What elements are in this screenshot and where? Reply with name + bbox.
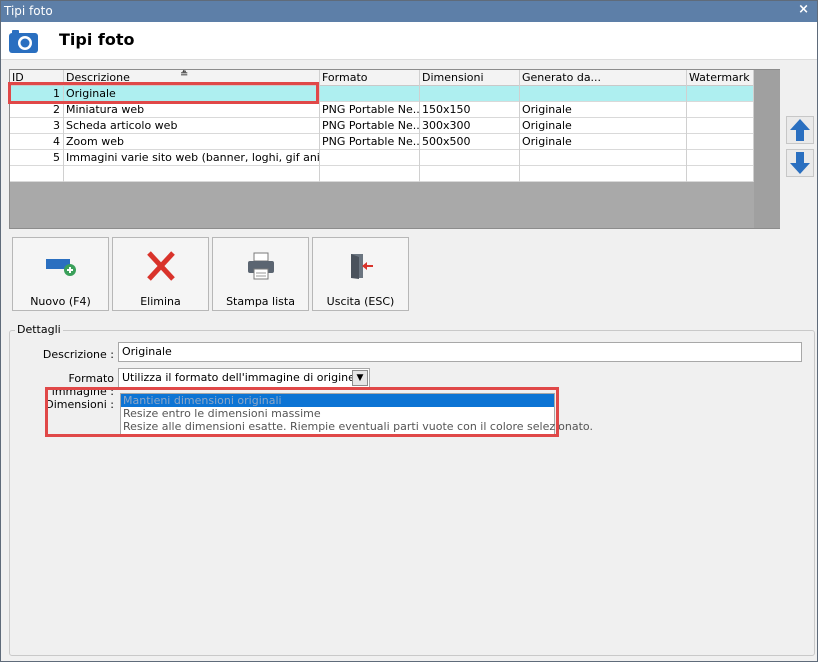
descrizione-field[interactable]: Originale xyxy=(118,342,802,362)
cell-generato: Originale xyxy=(520,118,687,134)
grid-scrollbar[interactable] xyxy=(754,70,780,228)
move-down-button[interactable] xyxy=(786,149,814,177)
nuovo-button[interactable]: Nuovo (F4) xyxy=(12,237,109,311)
elimina-label: Elimina xyxy=(140,295,181,308)
cell-id: 2 xyxy=(10,102,64,118)
cell-dimensioni: 300x300 xyxy=(420,118,520,134)
cell-dimensioni: 150x150 xyxy=(420,102,520,118)
delete-icon xyxy=(113,250,208,282)
stampa-lista-button[interactable]: Stampa lista xyxy=(212,237,309,311)
add-icon xyxy=(13,250,108,282)
arrow-down-icon xyxy=(790,152,810,174)
col-header-dimensioni[interactable]: Dimensioni xyxy=(420,70,520,86)
formato-select[interactable]: Utilizza il formato dell'immagine di ori… xyxy=(118,368,370,388)
cell-descrizione: Immagini varie sito web (banner, loghi, … xyxy=(66,150,320,166)
cell-watermark xyxy=(687,102,754,118)
close-icon[interactable]: × xyxy=(798,2,809,17)
cell-watermark xyxy=(687,150,754,166)
title-bar: Tipi foto × xyxy=(1,1,817,22)
cell-generato xyxy=(520,86,687,102)
move-up-button[interactable] xyxy=(786,116,814,144)
exit-door-icon xyxy=(313,250,408,282)
table-row[interactable]: 3 Scheda articolo web PNG Portable Ne...… xyxy=(10,118,754,134)
cell-id: 5 xyxy=(10,150,64,166)
nuovo-label: Nuovo (F4) xyxy=(30,295,91,308)
cell-formato: PNG Portable Ne... xyxy=(322,134,420,150)
uscita-label: Uscita (ESC) xyxy=(326,295,395,308)
cell-formato: PNG Portable Ne... xyxy=(322,118,420,134)
cell-generato: Originale xyxy=(520,102,687,118)
table-row[interactable]: 4 Zoom web PNG Portable Ne... 500x500 Or… xyxy=(10,134,754,150)
page-header: Tipi foto xyxy=(1,22,817,60)
highlight-selected-row xyxy=(8,82,319,104)
cell-watermark xyxy=(687,134,754,150)
formato-selected-value: Utilizza il formato dell'immagine di ori… xyxy=(122,371,355,384)
table-row[interactable]: 5 Immagini varie sito web (banner, loghi… xyxy=(10,150,754,166)
cell-watermark xyxy=(687,86,754,102)
cell-formato xyxy=(320,150,420,166)
cell-formato xyxy=(320,86,420,102)
window-title: Tipi foto xyxy=(4,4,53,18)
cell-formato: PNG Portable Ne... xyxy=(322,102,420,118)
details-legend: Dettagli xyxy=(15,323,63,336)
chevron-down-icon[interactable]: ▼ xyxy=(352,370,368,386)
col-header-watermark[interactable]: Watermark xyxy=(687,70,754,86)
cell-id: 4 xyxy=(10,134,64,150)
cell-dimensioni xyxy=(420,86,520,102)
page-title: Tipi foto xyxy=(59,30,135,49)
printer-icon xyxy=(213,250,308,282)
col-header-formato[interactable]: Formato xyxy=(320,70,420,86)
elimina-button[interactable]: Elimina xyxy=(112,237,209,311)
cell-dimensioni: 500x500 xyxy=(420,134,520,150)
cell-watermark xyxy=(687,118,754,134)
highlight-dimensioni xyxy=(45,387,559,437)
uscita-button[interactable]: Uscita (ESC) xyxy=(312,237,409,311)
sort-icon: ≜ xyxy=(180,70,189,80)
camera-icon xyxy=(8,27,40,58)
cell-generato: Originale xyxy=(520,134,687,150)
cell-generato xyxy=(520,150,687,166)
window: Tipi foto × Tipi foto ID Descrizione ≜ F… xyxy=(0,0,818,662)
table-row[interactable]: 2 Miniatura web PNG Portable Ne... 150x1… xyxy=(10,102,754,118)
cell-id: 3 xyxy=(10,118,64,134)
cell-descrizione: Scheda articolo web xyxy=(64,118,320,134)
col-header-generato[interactable]: Generato da... xyxy=(520,70,687,86)
descrizione-label: Descrizione : xyxy=(42,348,114,361)
cell-descrizione: Zoom web xyxy=(64,134,320,150)
stampa-lista-label: Stampa lista xyxy=(226,295,295,308)
cell-dimensioni xyxy=(420,150,520,166)
arrow-up-icon xyxy=(790,119,810,141)
cell-descrizione: Miniatura web xyxy=(64,102,320,118)
table-row-empty[interactable] xyxy=(10,166,754,182)
